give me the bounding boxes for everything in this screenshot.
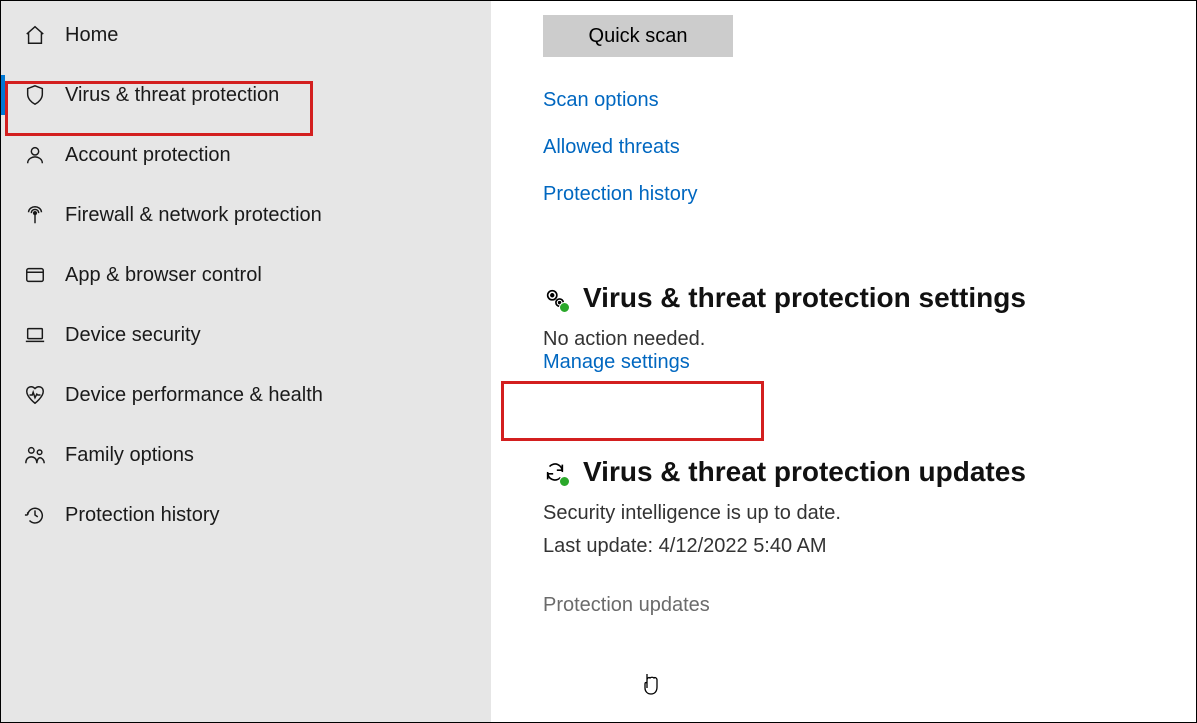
sidebar-item-virus-threat[interactable]: Virus & threat protection [1,65,491,125]
sidebar-item-label: Firewall & network protection [65,204,322,227]
last-update-value: 4/12/2022 5:40 AM [659,535,827,557]
quick-scan-button[interactable]: Quick scan [543,15,733,57]
settings-title: Virus & threat protection settings [583,282,1026,314]
heartbeat-icon [23,383,47,407]
status-ok-badge [559,476,570,487]
gear-icon [543,286,567,310]
sidebar-item-firewall[interactable]: Firewall & network protection [1,185,491,245]
sidebar-item-family[interactable]: Family options [1,425,491,485]
last-update-label: Last update: [543,535,659,557]
family-icon [23,443,47,467]
sidebar-item-device-performance[interactable]: Device performance & health [1,365,491,425]
person-icon [23,143,47,167]
sidebar-item-label: Device security [65,324,201,347]
protection-updates-link[interactable]: Protection updates [543,594,710,617]
sidebar-item-label: Protection history [65,504,220,527]
updates-section-header: Virus & threat protection updates [543,456,1196,488]
settings-section-header: Virus & threat protection settings [543,282,1196,314]
scan-link-list: Scan options Allowed threats Protection … [543,89,1196,206]
laptop-icon [23,323,47,347]
home-icon [23,23,47,47]
sidebar-item-label: Virus & threat protection [65,84,279,107]
settings-section: Virus & threat protection settings No ac… [543,282,1196,374]
status-ok-badge [559,302,570,313]
sidebar-item-label: Family options [65,444,194,467]
sidebar-item-label: Account protection [65,144,231,167]
updates-title: Virus & threat protection updates [583,456,1026,488]
history-icon [23,503,47,527]
last-update-line: Last update: 4/12/2022 5:40 AM [543,535,1196,558]
window-icon [23,263,47,287]
sidebar-item-home[interactable]: Home [1,5,491,65]
sidebar: Home Virus & threat protection Account p… [1,1,491,722]
sidebar-item-app-browser[interactable]: App & browser control [1,245,491,305]
manage-settings-link[interactable]: Manage settings [543,351,690,373]
updates-subtext: Security intelligence is up to date. [543,502,1196,525]
sidebar-item-protection-history[interactable]: Protection history [1,485,491,545]
sidebar-item-label: Home [65,24,118,47]
refresh-icon [543,460,567,484]
scan-options-link[interactable]: Scan options [543,89,659,112]
antenna-icon [23,203,47,227]
sidebar-item-account[interactable]: Account protection [1,125,491,185]
sidebar-item-label: App & browser control [65,264,262,287]
allowed-threats-link[interactable]: Allowed threats [543,136,680,159]
settings-subtext: No action needed. [543,328,1196,351]
main-content: Quick scan Scan options Allowed threats … [491,1,1196,722]
sidebar-item-label: Device performance & health [65,384,323,407]
protection-history-link[interactable]: Protection history [543,183,698,206]
updates-section: Virus & threat protection updates Securi… [543,456,1196,617]
sidebar-item-device-security[interactable]: Device security [1,305,491,365]
shield-icon [23,83,47,107]
